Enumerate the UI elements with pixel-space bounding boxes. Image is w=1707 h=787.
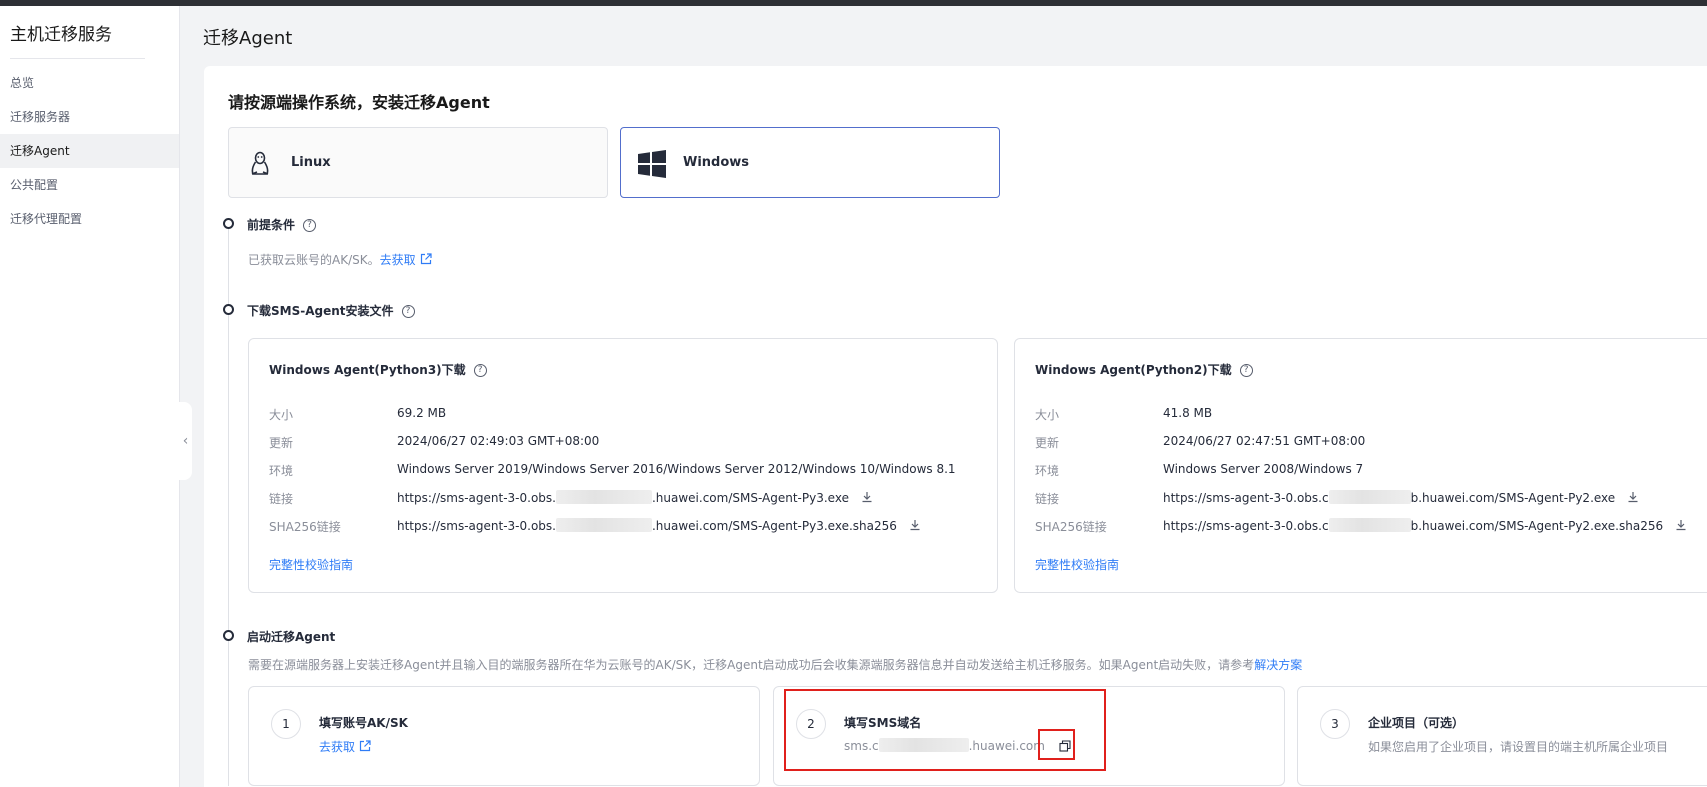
size-value: 69.2 MB <box>397 406 447 420</box>
step-dot <box>223 630 234 641</box>
updated-value: 2024/06/27 02:47:51 GMT+08:00 <box>1163 434 1366 448</box>
sidebar: 主机迁移服务 总览 迁移服务器 迁移Agent 公共配置 迁移代理配置 <box>0 6 180 787</box>
start-agent-desc: 需要在源端服务器上安装迁移Agent并且输入目的端服务器所在华为云账号的AK/S… <box>248 656 1302 673</box>
link-suffix: .huawei.com/SMS-Agent-Py3.exe <box>651 491 849 505</box>
env-label: 环境 <box>269 464 294 478</box>
step-number: 1 <box>271 709 301 739</box>
sha256-link[interactable]: https://sms-agent-3-0.obs.c b.huawei.com/… <box>1163 518 1687 533</box>
link-prefix: https://sms-agent-3-0.obs.c <box>1163 491 1329 505</box>
help-icon[interactable]: ? <box>1239 364 1253 377</box>
os-tab-linux[interactable]: Linux <box>228 127 608 198</box>
substep-card-enterprise-project: 3 企业项目（可选） 如果您启用了企业项目，请设置目的端主机所属企业项目 <box>1297 686 1707 786</box>
step-title-start-agent: 启动迁移Agent <box>247 630 336 644</box>
help-icon[interactable]: ? <box>473 364 487 377</box>
download-link[interactable]: https://sms-agent-3-0.obs.c b.huawei.com/… <box>1163 490 1639 505</box>
get-aksk-link[interactable]: 去获取 <box>380 253 416 267</box>
download-icon[interactable] <box>909 519 921 531</box>
redacted-region <box>1328 490 1411 504</box>
link-label: 链接 <box>269 492 294 506</box>
sha256-label: SHA256链接 <box>1035 520 1107 534</box>
external-link-icon[interactable] <box>420 253 432 265</box>
sidebar-divider <box>10 58 145 59</box>
download-card-title-text: Windows Agent(Python2)下载 <box>1035 363 1232 377</box>
step-title-download: 下载SMS-Agent安装文件? <box>247 302 415 319</box>
help-icon[interactable]: ? <box>303 219 317 232</box>
size-value: 41.8 MB <box>1163 406 1213 420</box>
link-label: 链接 <box>1035 492 1060 506</box>
substep-card-aksk: 1 填写账号AK/SK 去获取 <box>248 686 760 786</box>
substep-title: 填写账号AK/SK <box>319 716 408 730</box>
sidebar-item-proxy-config[interactable]: 迁移代理配置 <box>0 202 179 236</box>
download-card-title: Windows Agent(Python3)下载? <box>269 361 487 378</box>
download-card-py3: Windows Agent(Python3)下载? 大小 69.2 MB 更新 … <box>248 338 998 593</box>
top-bar <box>0 0 1707 6</box>
substep-title: 企业项目（可选） <box>1368 716 1465 730</box>
redacted-region <box>555 490 652 504</box>
os-tab-label: Windows <box>683 155 750 170</box>
sidebar-item-overview[interactable]: 总览 <box>0 66 179 100</box>
page-title: 迁移Agent <box>203 28 293 49</box>
get-aksk-link-row: 去获取 <box>319 738 371 755</box>
copy-highlight-box <box>1038 729 1075 760</box>
step-title-text: 前提条件 <box>247 218 296 232</box>
link-suffix: b.huawei.com/SMS-Agent-Py2.exe <box>1410 491 1616 505</box>
linux-icon <box>251 151 269 175</box>
link-suffix: b.huawei.com/SMS-Agent-Py2.exe.sha256 <box>1410 519 1664 533</box>
start-agent-text: 需要在源端服务器上安装迁移Agent并且输入目的端服务器所在华为云账号的AK/S… <box>248 658 1255 672</box>
env-label: 环境 <box>1035 464 1060 478</box>
download-icon[interactable] <box>861 491 873 503</box>
step-dot <box>223 304 234 315</box>
sidebar-item-public-config[interactable]: 公共配置 <box>0 168 179 202</box>
external-link-icon[interactable] <box>359 740 371 752</box>
chevron-left-icon: ‹ <box>182 433 189 449</box>
redacted-region <box>555 518 652 532</box>
prerequisites-text: 已获取云账号的AK/SK。 <box>248 253 380 267</box>
updated-label: 更新 <box>269 436 294 450</box>
redacted-region <box>1328 518 1411 532</box>
env-value: Windows Server 2019/Windows Server 2016/… <box>397 462 956 476</box>
link-prefix: https://sms-agent-3-0.obs.c <box>1163 519 1329 533</box>
download-icon[interactable] <box>1627 491 1639 503</box>
link-prefix: https://sms-agent-3-0.obs. <box>397 491 556 505</box>
step-title-text: 下载SMS-Agent安装文件 <box>247 304 394 318</box>
enterprise-project-desc: 如果您启用了企业项目，请设置目的端主机所属企业项目 <box>1368 740 1669 754</box>
os-tab-windows[interactable]: Windows <box>620 127 1000 198</box>
integrity-guide-link[interactable]: 完整性校验指南 <box>269 556 353 573</box>
updated-value: 2024/06/27 02:49:03 GMT+08:00 <box>397 434 600 448</box>
download-card-py2: Windows Agent(Python2)下载? 大小 41.8 MB 更新 … <box>1014 338 1707 593</box>
updated-label: 更新 <box>1035 436 1060 450</box>
env-value: Windows Server 2008/Windows 7 <box>1163 462 1364 476</box>
section-title: 请按源端操作系统，安装迁移Agent <box>228 93 490 112</box>
sha256-link[interactable]: https://sms-agent-3-0.obs. .huawei.com/SM… <box>397 518 921 533</box>
help-icon[interactable]: ? <box>401 305 415 318</box>
sidebar-item-agent[interactable]: 迁移Agent <box>0 134 179 168</box>
size-label: 大小 <box>1035 408 1060 422</box>
step-number: 3 <box>1320 709 1350 739</box>
os-tab-label: Linux <box>291 155 331 170</box>
service-title: 主机迁移服务 <box>10 25 112 45</box>
size-label: 大小 <box>269 408 294 422</box>
sidebar-item-servers[interactable]: 迁移服务器 <box>0 100 179 134</box>
download-card-title: Windows Agent(Python2)下载? <box>1035 361 1253 378</box>
integrity-guide-link[interactable]: 完整性校验指南 <box>1035 556 1119 573</box>
download-link[interactable]: https://sms-agent-3-0.obs. .huawei.com/SM… <box>397 490 873 505</box>
step-dot <box>223 218 234 229</box>
windows-icon <box>638 150 666 178</box>
download-card-title-text: Windows Agent(Python3)下载 <box>269 363 466 377</box>
get-aksk-link[interactable]: 去获取 <box>319 740 355 754</box>
link-prefix: https://sms-agent-3-0.obs. <box>397 519 556 533</box>
prerequisites-desc: 已获取云账号的AK/SK。去获取 <box>248 251 432 268</box>
sidebar-collapse-button[interactable]: ‹ <box>179 402 192 480</box>
download-icon[interactable] <box>1675 519 1687 531</box>
step-title-prerequisites: 前提条件? <box>247 216 317 233</box>
sha256-label: SHA256链接 <box>269 520 341 534</box>
solution-link[interactable]: 解决方案 <box>1254 658 1302 672</box>
link-suffix: .huawei.com/SMS-Agent-Py3.exe.sha256 <box>651 519 897 533</box>
